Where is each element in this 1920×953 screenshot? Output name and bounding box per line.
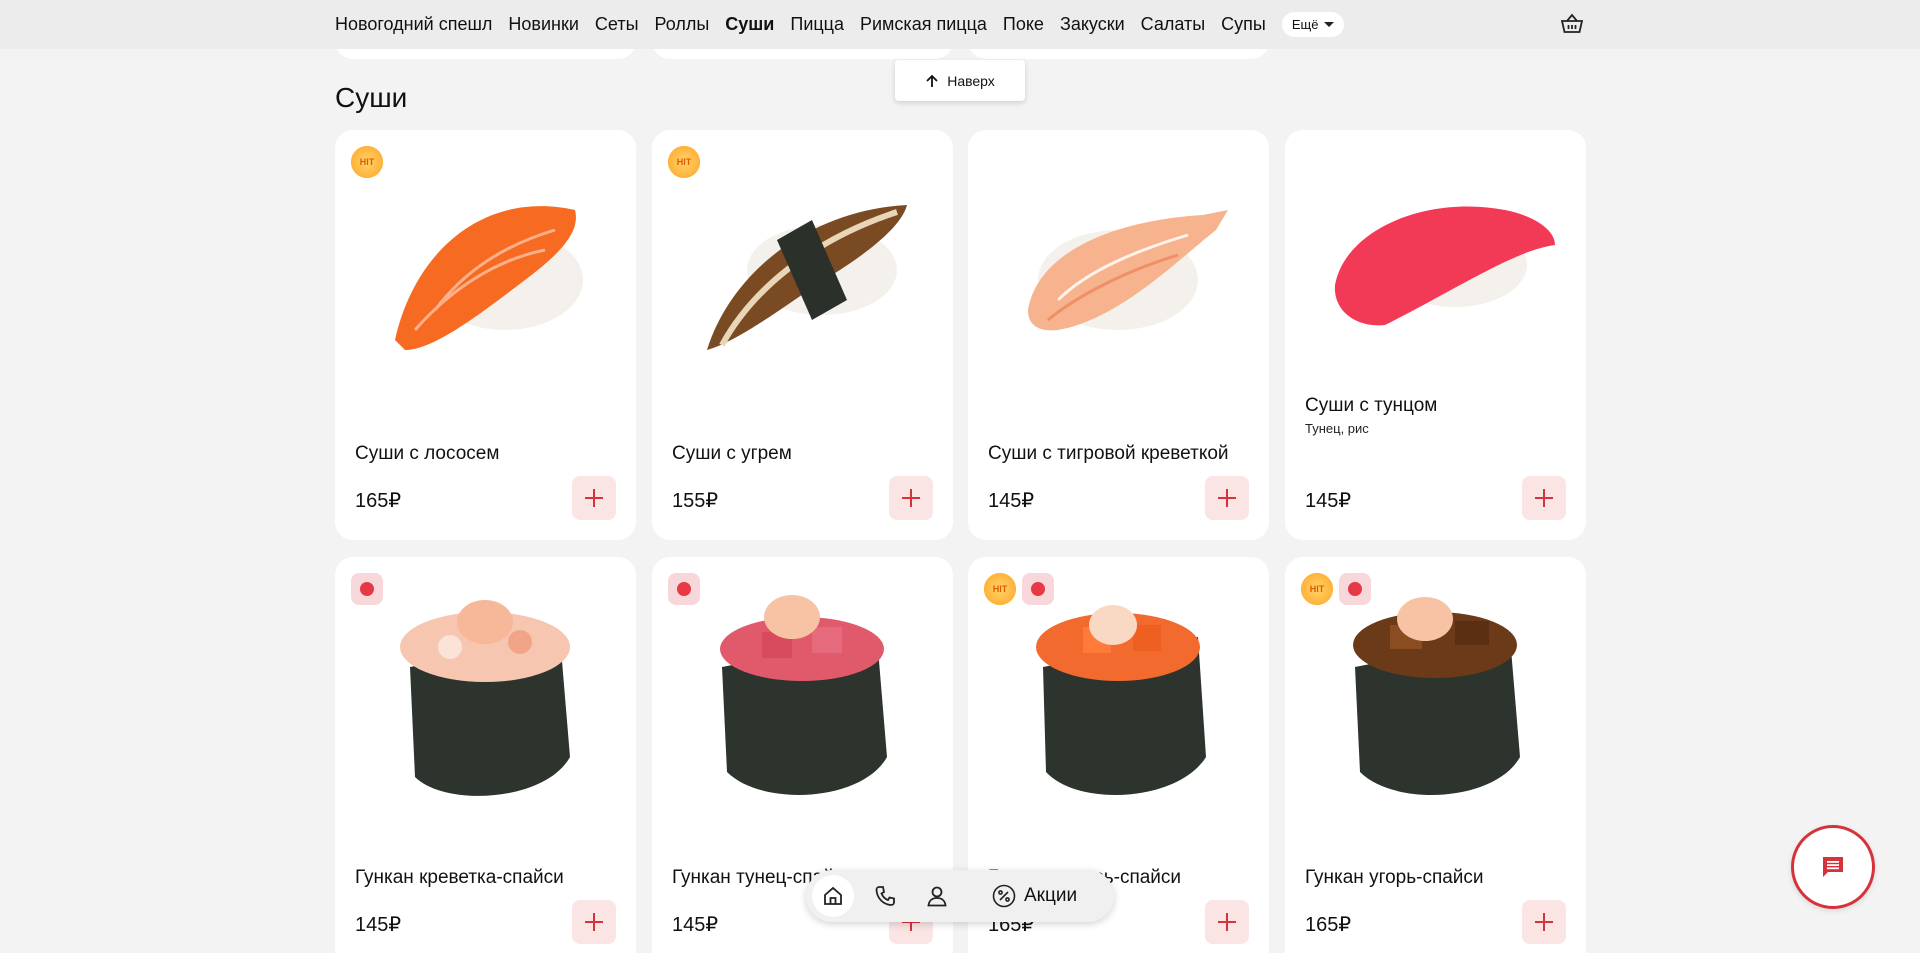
user-icon bbox=[927, 886, 947, 907]
product-price: 155₽ bbox=[672, 490, 719, 512]
product-image-salmon-nigiri bbox=[395, 206, 583, 350]
product-price: 145₽ bbox=[1305, 490, 1352, 512]
product-description: Тунец, рис bbox=[1305, 421, 1369, 436]
product-price: 165₽ bbox=[355, 490, 402, 512]
top-navigation-bar: Новогодний спешл Новинки Сеты Роллы Суши… bbox=[0, 0, 1920, 49]
nav-item-salads[interactable]: Салаты bbox=[1141, 14, 1206, 35]
product-name: Гункан креветка-спайси bbox=[355, 867, 564, 888]
product-card[interactable]: Суши с тунцом Тунец, рис 145₽ bbox=[1285, 130, 1586, 540]
add-to-cart-button[interactable] bbox=[1522, 900, 1566, 944]
product-name: Суши с лососем bbox=[355, 443, 500, 464]
more-label: Ещё bbox=[1291, 17, 1319, 32]
home-button[interactable] bbox=[812, 875, 854, 917]
add-to-cart-button[interactable] bbox=[889, 476, 933, 520]
product-image-eel-gunkan bbox=[1353, 597, 1520, 795]
nav-item-soups[interactable]: Супы bbox=[1221, 14, 1266, 35]
arrow-up-icon bbox=[926, 74, 938, 87]
nav-item-sets[interactable]: Сеты bbox=[595, 14, 639, 35]
product-image-shrimp-nigiri bbox=[1028, 210, 1228, 331]
product-card[interactable]: Гункан креветка-спайси 145₽ bbox=[335, 557, 636, 953]
nav-item-poke[interactable]: Поке bbox=[1003, 14, 1044, 35]
add-to-cart-button[interactable] bbox=[572, 476, 616, 520]
product-image-tuna-nigiri bbox=[1334, 206, 1555, 326]
product-price: 145₽ bbox=[355, 914, 402, 936]
product-image-tuna-gunkan bbox=[720, 595, 887, 795]
product-name: Суши с тунцом bbox=[1305, 395, 1438, 416]
basket-icon[interactable] bbox=[1559, 11, 1585, 37]
nav-item-roman-pizza[interactable]: Римская пицца bbox=[860, 14, 987, 35]
product-name: Гункан угорь-спайси bbox=[1305, 867, 1484, 888]
chevron-down-icon bbox=[1324, 22, 1335, 27]
chat-icon bbox=[1823, 857, 1843, 877]
nav-item-new-year[interactable]: Новогодний спешл bbox=[335, 14, 492, 35]
product-card[interactable]: HIT Суши с лососем 165₽ bbox=[335, 130, 636, 540]
add-to-cart-button[interactable] bbox=[1205, 476, 1249, 520]
nav-item-sushi[interactable]: Суши bbox=[725, 14, 774, 35]
product-name: Суши с угрем bbox=[672, 443, 792, 464]
product-image-salmon-gunkan bbox=[1036, 605, 1206, 795]
percent-icon bbox=[992, 884, 1016, 908]
add-to-cart-button[interactable] bbox=[572, 900, 616, 944]
nav-item-rolls[interactable]: Роллы bbox=[655, 14, 710, 35]
product-image-eel-nigiri bbox=[707, 205, 907, 350]
phone-button[interactable] bbox=[864, 875, 906, 917]
add-to-cart-button[interactable] bbox=[1522, 476, 1566, 520]
product-price: 145₽ bbox=[988, 490, 1035, 512]
bottom-navigation: Акции bbox=[806, 870, 1114, 922]
phone-icon bbox=[875, 886, 895, 906]
product-price: 165₽ bbox=[1305, 914, 1352, 936]
home-icon bbox=[824, 886, 842, 905]
product-card[interactable]: HIT Гункан угорь-спайси 165₽ bbox=[1285, 557, 1586, 953]
nav-item-snacks[interactable]: Закуски bbox=[1060, 14, 1125, 35]
product-image-shrimp-gunkan bbox=[400, 600, 570, 796]
promotions-label: Акции bbox=[1024, 885, 1078, 906]
profile-button[interactable] bbox=[916, 875, 958, 917]
product-card[interactable]: Суши с тигровой креветкой 145₽ bbox=[968, 130, 1269, 540]
nav-item-pizza[interactable]: Пицца bbox=[790, 14, 844, 35]
product-name: Суши с тигровой креветкой bbox=[988, 443, 1229, 464]
nav-item-new[interactable]: Новинки bbox=[508, 14, 579, 35]
promotions-button[interactable]: Акции bbox=[984, 884, 1085, 908]
chat-button[interactable] bbox=[1791, 825, 1875, 909]
scroll-to-top-button[interactable]: Наверх bbox=[895, 60, 1025, 101]
scroll-to-top-label: Наверх bbox=[947, 72, 995, 89]
product-card[interactable]: HIT Суши с угрем 155₽ bbox=[652, 130, 953, 540]
section-title: Суши bbox=[335, 82, 408, 113]
product-price: 145₽ bbox=[672, 914, 719, 936]
category-nav: Новогодний спешл Новинки Сеты Роллы Суши… bbox=[335, 0, 1345, 49]
add-to-cart-button[interactable] bbox=[1205, 900, 1249, 944]
more-dropdown[interactable]: Ещё bbox=[1281, 12, 1345, 37]
